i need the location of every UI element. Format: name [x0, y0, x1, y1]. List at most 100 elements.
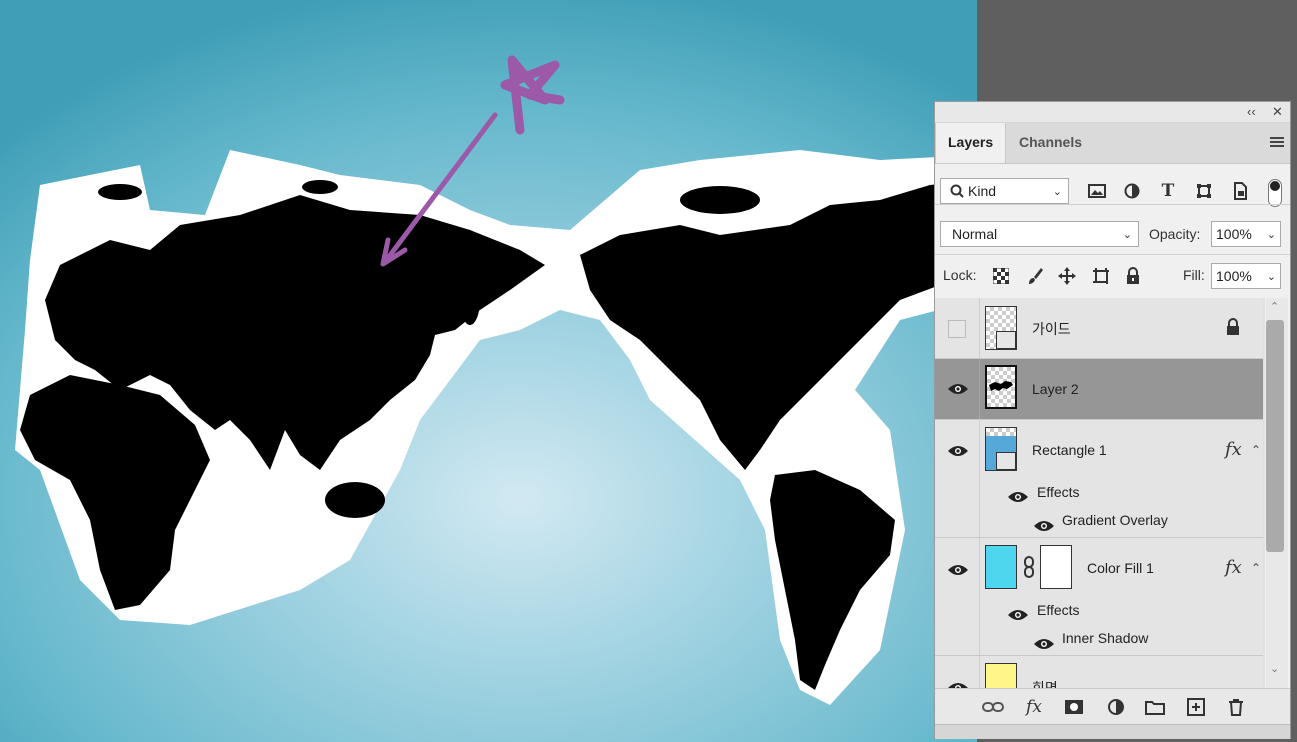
visibility-off-box[interactable] [948, 320, 966, 338]
map-island [680, 186, 760, 214]
color-fill-thumbnail[interactable] [985, 545, 1017, 589]
eye-icon[interactable] [1034, 520, 1054, 532]
map-island [302, 180, 338, 194]
map-island [325, 482, 385, 518]
lock-position-icon[interactable] [1056, 265, 1078, 287]
adjustment-filter-icon[interactable] [1121, 180, 1143, 202]
filter-row: Kind ⌄ T [935, 164, 1290, 207]
collapse-effects-icon[interactable]: ⌃ [1251, 561, 1261, 575]
layer-name[interactable]: 가이드 [1032, 319, 1071, 339]
panel-menu-icon[interactable] [1270, 137, 1284, 147]
eye-icon[interactable] [948, 564, 968, 576]
layer-name[interactable]: Layer 2 [1032, 381, 1079, 397]
layers-panel: ‹‹ ✕ Layers Channels Kind ⌄ T Normal ⌄ O… [934, 101, 1291, 739]
layer-name[interactable]: Rectangle 1 [1032, 442, 1107, 458]
panel-resize-grip[interactable] [935, 724, 1290, 739]
blend-mode-value: Normal [952, 226, 998, 242]
kind-filter-select[interactable]: Kind ⌄ [940, 178, 1069, 204]
visibility-toggle[interactable] [935, 420, 980, 537]
kind-filter-label: Kind [968, 183, 997, 199]
layer-row-selected[interactable]: Layer 2 [935, 359, 1263, 420]
blend-row: Normal ⌄ Opacity: 100% ⌄ [935, 204, 1290, 247]
new-layer-icon[interactable] [1185, 697, 1207, 717]
opacity-label: Opacity: [1149, 226, 1201, 242]
tab-channels[interactable]: Channels [1007, 123, 1094, 163]
trash-icon[interactable] [1225, 697, 1247, 717]
lock-label: Lock: [943, 267, 977, 283]
effect-name[interactable]: Gradient Overlay [1062, 512, 1168, 528]
collapse-effects-icon[interactable]: ⌃ [1251, 443, 1261, 457]
fx-icon[interactable]: fx [1225, 439, 1242, 460]
world-map-artwork [15, 55, 977, 705]
opacity-input[interactable]: 100% ⌄ [1211, 221, 1281, 247]
panel-tabs: Layers Channels [935, 123, 1290, 164]
smart-object-filter-icon[interactable] [1229, 180, 1251, 202]
layer-lock-icon [1227, 318, 1239, 335]
visibility-toggle[interactable] [935, 538, 980, 655]
fx-icon[interactable]: fx [1023, 697, 1045, 717]
chevron-down-icon[interactable]: ⌄ [1267, 270, 1276, 283]
visibility-toggle[interactable] [935, 298, 980, 358]
eye-icon[interactable] [1034, 638, 1054, 650]
map-island [460, 275, 480, 325]
layers-list[interactable]: 가이드 Layer 2 Rectangle 1 fx ⌃ Effects Gra… [935, 298, 1265, 688]
map-island [98, 184, 142, 200]
smart-object-badge-icon [996, 331, 1016, 349]
eye-icon[interactable] [1008, 609, 1028, 621]
eye-icon[interactable] [1008, 491, 1028, 503]
effects-label[interactable]: Effects [1037, 602, 1080, 618]
layer-name[interactable]: 회면 [1032, 678, 1058, 688]
folder-icon[interactable] [1144, 697, 1166, 717]
layers-bottom-toolbar: fx [935, 688, 1290, 725]
layer-thumbnail[interactable] [985, 663, 1017, 688]
lock-artboard-icon[interactable] [1090, 265, 1112, 287]
fx-icon[interactable]: fx [1225, 557, 1242, 578]
link-layers-icon[interactable] [982, 697, 1004, 717]
type-filter-icon[interactable]: T [1157, 180, 1179, 202]
fill-input[interactable]: 100% ⌄ [1211, 263, 1281, 289]
filter-toggle[interactable] [1268, 179, 1282, 207]
shape-filter-icon[interactable] [1193, 180, 1215, 202]
visibility-toggle[interactable] [935, 359, 980, 419]
fill-value: 100% [1216, 268, 1252, 284]
scrollbar-thumb[interactable] [1266, 320, 1284, 552]
document-canvas[interactable] [0, 0, 977, 742]
mask-icon[interactable] [1063, 697, 1085, 717]
chevron-down-icon[interactable]: ⌄ [1267, 228, 1276, 241]
scroll-up-icon[interactable]: ⌃ [1270, 300, 1279, 313]
eye-icon[interactable] [948, 383, 968, 395]
lock-all-icon[interactable] [1122, 265, 1144, 287]
collapse-icon[interactable]: ‹‹ [1247, 104, 1256, 119]
image-filter-icon[interactable] [1086, 180, 1108, 202]
layer-thumbnail[interactable] [985, 365, 1017, 409]
layer-thumbnail[interactable] [985, 306, 1017, 350]
mask-thumbnail[interactable] [1040, 545, 1072, 589]
lock-pixels-icon[interactable] [990, 265, 1012, 287]
close-icon[interactable]: ✕ [1272, 104, 1283, 120]
layer-row[interactable]: 회면 [935, 656, 1263, 688]
visibility-toggle[interactable] [935, 656, 980, 688]
scroll-down-icon[interactable]: ⌄ [1270, 662, 1279, 675]
lock-brush-icon[interactable] [1024, 265, 1046, 287]
effects-label[interactable]: Effects [1037, 484, 1080, 500]
search-icon [950, 184, 964, 198]
layer-row[interactable]: Rectangle 1 fx ⌃ Effects Gradient Overla… [935, 420, 1263, 538]
chevron-down-icon: ⌄ [1122, 229, 1132, 241]
effect-name[interactable]: Inner Shadow [1062, 630, 1148, 646]
lock-row: Lock: Fill: 100% ⌄ [935, 254, 1290, 295]
blend-mode-select[interactable]: Normal ⌄ [940, 221, 1139, 247]
chevron-down-icon: ⌄ [1052, 186, 1062, 198]
adjustment-icon[interactable] [1105, 697, 1127, 717]
layers-scrollbar[interactable]: ⌃ ⌄ [1266, 298, 1288, 688]
panel-titlebar: ‹‹ ✕ [935, 102, 1290, 123]
map-thumbnail-icon [989, 381, 1013, 391]
fill-label: Fill: [1183, 267, 1205, 283]
layer-row[interactable]: Color Fill 1 fx ⌃ Effects Inner Shadow [935, 538, 1263, 656]
link-icon[interactable] [1023, 556, 1035, 578]
layer-row[interactable]: 가이드 [935, 298, 1263, 359]
shape-badge-icon [996, 452, 1016, 470]
eye-icon[interactable] [948, 445, 968, 457]
tab-layers[interactable]: Layers [935, 123, 1007, 163]
layer-thumbnail[interactable] [985, 427, 1017, 471]
layer-name[interactable]: Color Fill 1 [1087, 560, 1154, 576]
